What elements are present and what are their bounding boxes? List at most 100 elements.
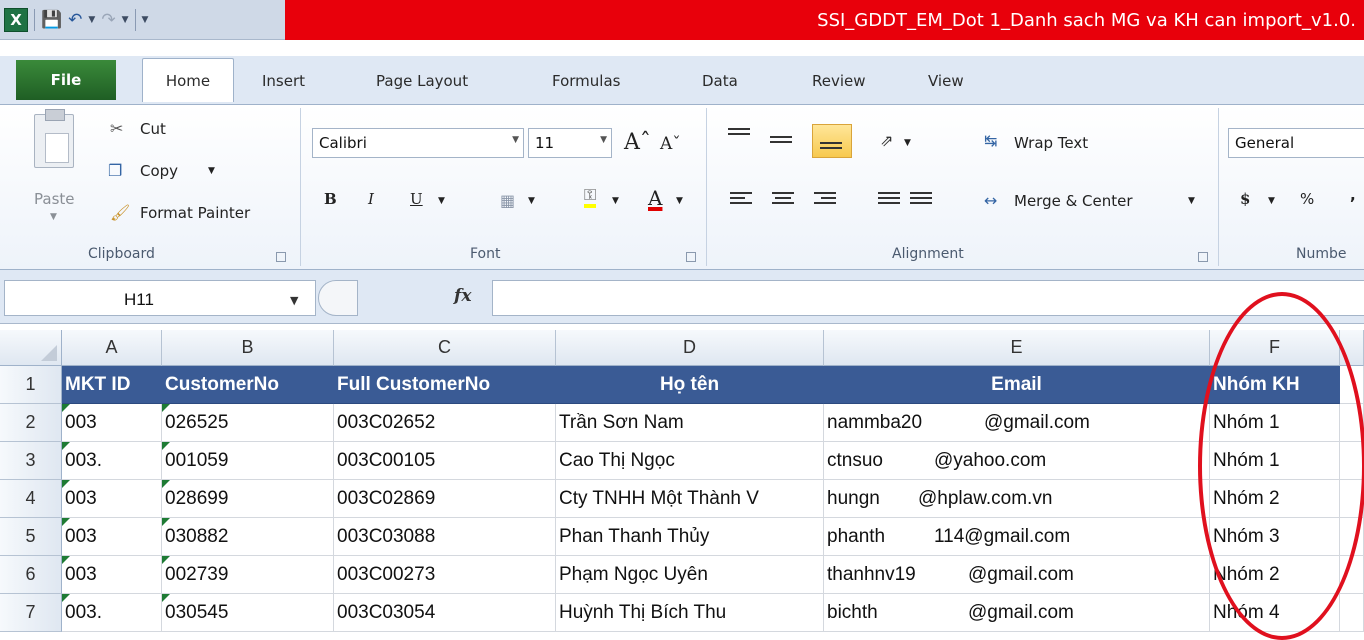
grow-font-icon[interactable]: Aˆ bbox=[624, 130, 651, 155]
shrink-font-icon[interactable]: Aˇ bbox=[660, 134, 681, 154]
column-header-b[interactable]: B bbox=[162, 330, 334, 366]
table-cell[interactable]: 003 bbox=[62, 556, 162, 594]
table-cell[interactable]: Nhóm 3 bbox=[1210, 518, 1340, 556]
font-color-dropdown-icon[interactable]: ▼ bbox=[676, 196, 683, 206]
paste-dropdown-icon[interactable]: ▼ bbox=[50, 212, 57, 222]
header-cell-nhom-kh[interactable]: Nhóm KH bbox=[1210, 366, 1340, 404]
copy-button[interactable]: Copy bbox=[140, 162, 178, 180]
number-format-select[interactable]: General bbox=[1228, 128, 1364, 158]
fill-color-dropdown-icon[interactable]: ▼ bbox=[612, 196, 619, 206]
tab-view[interactable]: View bbox=[928, 72, 964, 90]
tab-formulas[interactable]: Formulas bbox=[552, 72, 620, 90]
table-cell[interactable]: phanth 114@gmail.com bbox=[824, 518, 1210, 556]
table-cell[interactable] bbox=[1340, 366, 1364, 404]
fill-color-icon[interactable]: ⚿ bbox=[584, 186, 597, 208]
table-cell[interactable]: 003C02652 bbox=[334, 404, 556, 442]
merge-dropdown-icon[interactable]: ▼ bbox=[1188, 196, 1195, 206]
table-cell[interactable]: bichth @gmail.com bbox=[824, 594, 1210, 632]
font-color-icon[interactable]: A bbox=[648, 186, 662, 210]
font-launcher-icon[interactable] bbox=[686, 252, 696, 262]
font-size-select[interactable]: 11 ▼ bbox=[528, 128, 612, 158]
name-box[interactable] bbox=[4, 280, 316, 316]
paste-button[interactable]: Paste bbox=[34, 190, 75, 208]
table-cell[interactable]: 026525 bbox=[162, 404, 334, 442]
table-cell[interactable]: 003 bbox=[62, 404, 162, 442]
italic-icon[interactable]: I bbox=[368, 190, 374, 208]
bold-icon[interactable]: B bbox=[324, 190, 337, 208]
align-center-icon[interactable] bbox=[772, 192, 794, 207]
customize-toolbar-icon[interactable]: ▼ bbox=[142, 15, 149, 25]
column-header-f[interactable]: F bbox=[1210, 330, 1340, 366]
table-cell[interactable]: 003 bbox=[62, 518, 162, 556]
currency-dropdown-icon[interactable]: ▼ bbox=[1268, 196, 1275, 206]
table-cell[interactable]: Nhóm 1 bbox=[1210, 442, 1340, 480]
increase-indent-icon[interactable] bbox=[910, 192, 932, 207]
header-cell-customerno[interactable]: CustomerNo bbox=[162, 366, 334, 404]
format-painter-button[interactable]: Format Painter bbox=[140, 204, 250, 222]
cut-button[interactable]: Cut bbox=[140, 120, 166, 138]
row-header-4[interactable]: 4 bbox=[0, 480, 62, 518]
insert-function-icon[interactable]: fx bbox=[454, 286, 471, 306]
table-cell[interactable]: Nhóm 1 bbox=[1210, 404, 1340, 442]
table-cell[interactable]: Nhóm 4 bbox=[1210, 594, 1340, 632]
align-top-icon[interactable] bbox=[728, 128, 750, 138]
header-cell-mkt-id[interactable]: MKT ID bbox=[62, 366, 162, 404]
table-cell[interactable]: 003C03054 bbox=[334, 594, 556, 632]
row-header-7[interactable]: 7 bbox=[0, 594, 62, 632]
copy-icon[interactable]: ❐ bbox=[108, 162, 122, 180]
tab-data[interactable]: Data bbox=[702, 72, 738, 90]
formula-input[interactable] bbox=[492, 280, 1364, 316]
wrap-text-icon[interactable]: ↹ bbox=[984, 132, 997, 150]
column-header-d[interactable]: D bbox=[556, 330, 824, 366]
table-cell[interactable]: thanhnv19 @gmail.com bbox=[824, 556, 1210, 594]
table-cell[interactable]: 003C00105 bbox=[334, 442, 556, 480]
table-cell[interactable]: 003C00273 bbox=[334, 556, 556, 594]
underline-dropdown-icon[interactable]: ▼ bbox=[438, 196, 445, 206]
comma-style-icon[interactable]: , bbox=[1350, 186, 1356, 204]
merge-center-icon[interactable]: ↔ bbox=[984, 192, 997, 210]
table-cell[interactable]: 003C03088 bbox=[334, 518, 556, 556]
align-middle-icon[interactable] bbox=[770, 136, 792, 146]
align-left-icon[interactable] bbox=[730, 192, 752, 207]
column-header-c[interactable]: C bbox=[334, 330, 556, 366]
table-cell[interactable]: 003. bbox=[62, 442, 162, 480]
chevron-down-icon[interactable]: ▼ bbox=[290, 294, 298, 307]
percent-icon[interactable]: % bbox=[1300, 190, 1314, 208]
table-cell[interactable]: Huỳnh Thị Bích Thu bbox=[556, 594, 824, 632]
table-cell[interactable]: Phan Thanh Thủy bbox=[556, 518, 824, 556]
tab-insert[interactable]: Insert bbox=[262, 72, 305, 90]
table-cell[interactable]: ctnsuo @yahoo.com bbox=[824, 442, 1210, 480]
table-cell[interactable]: 001059 bbox=[162, 442, 334, 480]
row-header-5[interactable]: 5 bbox=[0, 518, 62, 556]
tab-page-layout[interactable]: Page Layout bbox=[376, 72, 468, 90]
orientation-dropdown-icon[interactable]: ▼ bbox=[904, 138, 911, 148]
tab-file[interactable]: File bbox=[16, 60, 116, 100]
table-cell[interactable]: Phạm Ngọc Uyên bbox=[556, 556, 824, 594]
table-cell[interactable]: 002739 bbox=[162, 556, 334, 594]
table-cell[interactable]: 003C02869 bbox=[334, 480, 556, 518]
header-cell-email[interactable]: Email bbox=[824, 366, 1210, 404]
formula-bar-resize-handle[interactable] bbox=[318, 280, 358, 316]
save-icon[interactable]: 💾 bbox=[41, 8, 62, 32]
row-header-2[interactable]: 2 bbox=[0, 404, 62, 442]
table-cell[interactable] bbox=[1340, 518, 1364, 556]
wrap-text-button[interactable]: Wrap Text bbox=[1014, 134, 1088, 152]
tab-review[interactable]: Review bbox=[812, 72, 866, 90]
underline-icon[interactable]: U bbox=[410, 190, 423, 208]
column-header-a[interactable]: A bbox=[62, 330, 162, 366]
table-cell[interactable]: Nhóm 2 bbox=[1210, 556, 1340, 594]
table-cell[interactable]: hungn @hplaw.com.vn bbox=[824, 480, 1210, 518]
undo-dropdown-icon[interactable]: ▼ bbox=[88, 15, 95, 25]
row-header-1[interactable]: 1 bbox=[0, 366, 62, 404]
table-cell[interactable]: 003 bbox=[62, 480, 162, 518]
column-header-g[interactable] bbox=[1340, 330, 1364, 366]
table-cell[interactable]: Nhóm 2 bbox=[1210, 480, 1340, 518]
currency-icon[interactable]: $ bbox=[1240, 190, 1250, 208]
table-cell[interactable]: 030882 bbox=[162, 518, 334, 556]
table-cell[interactable]: 030545 bbox=[162, 594, 334, 632]
paste-icon[interactable] bbox=[34, 109, 74, 168]
table-cell[interactable] bbox=[1340, 404, 1364, 442]
borders-icon[interactable]: ▦ bbox=[500, 192, 515, 210]
table-cell[interactable] bbox=[1340, 556, 1364, 594]
table-cell[interactable] bbox=[1340, 442, 1364, 480]
